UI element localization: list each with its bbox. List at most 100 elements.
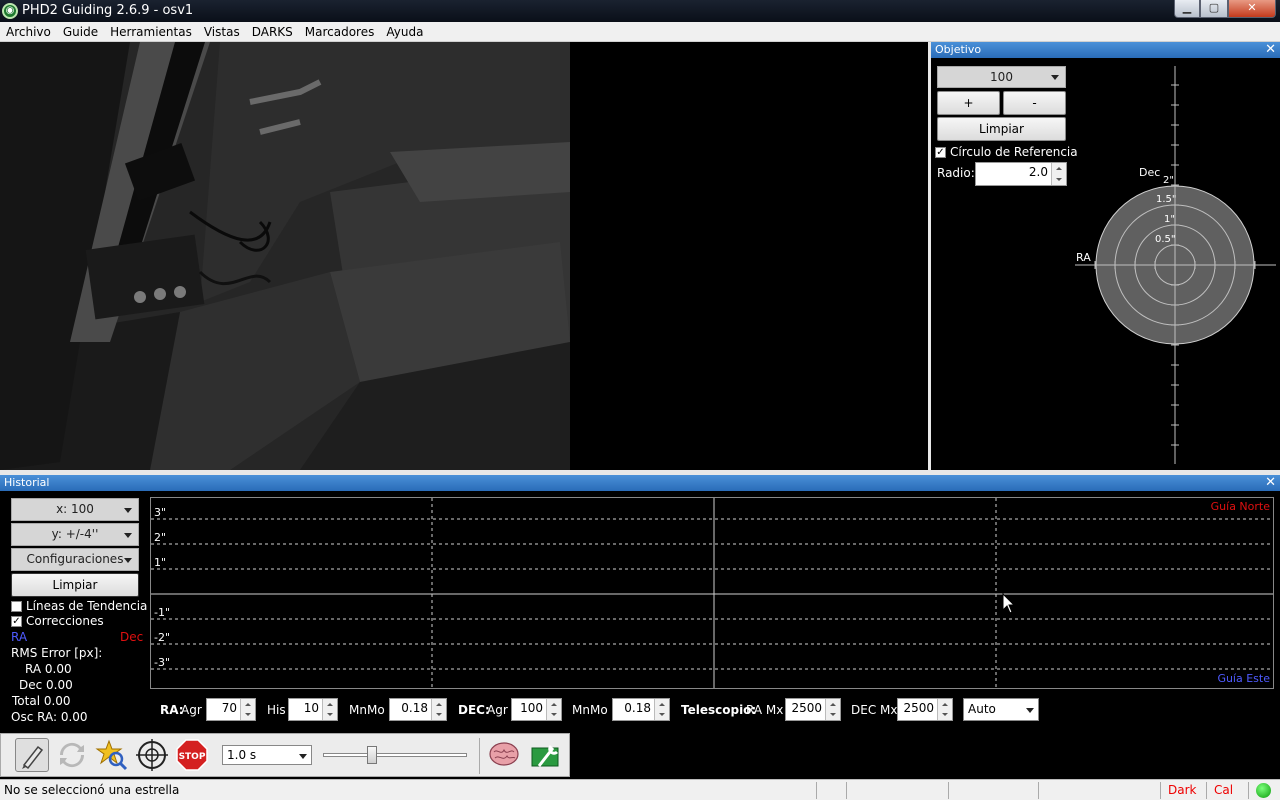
dec-agr-label: Agr <box>487 703 508 717</box>
chevron-down-icon <box>124 532 132 538</box>
loop-exposure-button[interactable] <box>15 738 49 772</box>
ra-max-label: RA Mx <box>746 703 784 717</box>
target-ring-label: 0.5" <box>1155 234 1176 245</box>
brain-settings-button[interactable] <box>487 738 521 772</box>
gamma-slider-thumb[interactable] <box>367 746 378 764</box>
dec-aggressiveness-spinner[interactable]: 100 <box>511 698 562 721</box>
zoom-in-button[interactable]: + <box>937 91 1000 115</box>
target-zoom-dropdown[interactable]: 100 <box>937 66 1066 88</box>
menu-guide[interactable]: Guide <box>57 22 104 42</box>
scope-params-title: Telescopio: <box>681 703 757 717</box>
radius-spinner[interactable]: 2.0 <box>975 162 1067 186</box>
chevron-down-icon <box>124 507 132 513</box>
star-magnifier-icon <box>95 739 128 771</box>
target-plot: Dec RA 2" 1.5" 1" 0.5" <box>1075 66 1276 464</box>
target-panel-header: Objetivo ✕ <box>931 42 1280 58</box>
y-scale-dropdown[interactable]: y: +/-4'' <box>11 523 139 546</box>
wrench-icon <box>531 744 559 767</box>
ra-min-move-spinner[interactable]: 0.18 <box>389 698 447 721</box>
y-axis-label: 1" <box>154 556 167 569</box>
camera-view[interactable] <box>0 42 928 470</box>
target-ra-label: RA <box>1076 251 1091 264</box>
main-toolbar: STOP 1.0 s <box>0 733 570 777</box>
status-divider <box>816 782 817 799</box>
window-title: PHD2 Guiding 2.6.9 - osv1 <box>22 3 194 18</box>
target-panel-close-icon[interactable]: ✕ <box>1265 42 1276 58</box>
status-divider <box>948 782 949 799</box>
ra-max-duration-spinner[interactable]: 2500 <box>785 698 841 721</box>
spin-arrows-icon[interactable] <box>322 699 337 720</box>
stop-button[interactable]: STOP <box>175 738 209 772</box>
zoom-out-button[interactable]: - <box>1003 91 1066 115</box>
dec-mode-value: Auto <box>968 702 996 716</box>
corrections-checkbox[interactable]: ✓ <box>11 616 22 627</box>
spin-arrows-icon[interactable] <box>825 699 840 720</box>
corrections-label: Correcciones <box>26 614 104 628</box>
exposure-duration-value: 1.0 s <box>227 748 257 762</box>
maximize-button[interactable]: ▢ <box>1200 0 1228 18</box>
target-dec-label: Dec <box>1139 166 1160 179</box>
gamma-slider-track[interactable] <box>323 753 467 757</box>
equipment-setup-button[interactable] <box>529 738 563 772</box>
minimize-button[interactable]: ▁ <box>1174 0 1200 18</box>
guide-east-label: Guía Este <box>1217 672 1270 685</box>
ra-his-label: His <box>267 703 286 717</box>
x-scale-dropdown[interactable]: x: 100 <box>11 498 139 521</box>
dec-mode-select[interactable]: Auto <box>963 698 1039 721</box>
history-clear-button[interactable]: Limpiar <box>11 573 139 597</box>
auto-select-star-button[interactable] <box>55 738 89 772</box>
history-panel-close-icon[interactable]: ✕ <box>1265 475 1276 491</box>
chevron-down-icon <box>1026 708 1034 713</box>
radius-label: Radio: <box>937 166 975 180</box>
trend-lines-checkbox[interactable] <box>11 601 22 612</box>
target-zoom-value: 100 <box>990 70 1013 84</box>
target-clear-button[interactable]: Limpiar <box>937 117 1066 141</box>
chevron-down-icon <box>124 557 132 563</box>
dec-min-move-spinner[interactable]: 0.18 <box>612 698 670 721</box>
target-ring-label: 1.5" <box>1156 194 1177 205</box>
phd2-app-icon: ◉ <box>2 3 18 19</box>
spin-arrows-icon[interactable] <box>1051 163 1066 185</box>
menu-darks[interactable]: DARKS <box>246 22 299 42</box>
y-scale-value: y: +/-4'' <box>51 527 99 541</box>
exposure-duration-select[interactable]: 1.0 s <box>222 745 312 765</box>
menu-marcadores[interactable]: Marcadores <box>299 22 381 42</box>
menu-herramientas[interactable]: Herramientas <box>104 22 198 42</box>
connection-led-icon <box>1256 783 1271 798</box>
dec-mnmo-label: MnMo <box>572 703 608 717</box>
ra-agr-label: Agr <box>181 703 202 717</box>
toolbar-divider <box>479 738 480 774</box>
dec-max-label: DEC Mx <box>851 703 898 717</box>
menu-archivo[interactable]: Archivo <box>0 22 57 42</box>
refresh-icon <box>59 742 85 768</box>
ra-hysteresis-spinner[interactable]: 10 <box>288 698 338 721</box>
select-star-button[interactable] <box>95 738 129 772</box>
stop-sign-icon: STOP <box>176 739 208 771</box>
ra-mx-value: 2500 <box>791 701 822 715</box>
close-window-button[interactable]: ✕ <box>1228 0 1276 18</box>
ref-circle-checkbox[interactable]: ✓ <box>935 147 946 158</box>
settings-dropdown[interactable]: Configuraciones <box>11 548 139 571</box>
status-divider <box>1248 782 1249 799</box>
menu-ayuda[interactable]: Ayuda <box>380 22 429 42</box>
ra-aggressiveness-spinner[interactable]: 70 <box>206 698 256 721</box>
spin-arrows-icon[interactable] <box>240 699 255 720</box>
guide-button[interactable] <box>135 738 169 772</box>
dec-max-duration-spinner[interactable]: 2500 <box>897 698 953 721</box>
history-panel-title: Historial <box>4 476 50 489</box>
spin-arrows-icon[interactable] <box>546 699 561 720</box>
spin-arrows-icon[interactable] <box>431 699 446 720</box>
trend-lines-label: Líneas de Tendencia <box>26 599 148 613</box>
rms-title: RMS Error [px]: <box>11 646 103 660</box>
status-divider <box>1038 782 1039 799</box>
chevron-down-icon <box>1051 75 1059 80</box>
history-graph[interactable]: 3" 2" 1" -1" -2" -3" Guía Norte Guía Est… <box>150 497 1274 689</box>
ra-legend: RA <box>11 630 28 644</box>
chevron-down-icon <box>299 754 307 759</box>
spin-arrows-icon[interactable] <box>937 699 952 720</box>
dec-mnmo-value: 0.18 <box>624 701 651 715</box>
target-panel-title: Objetivo <box>935 43 982 56</box>
menu-vistas[interactable]: Vistas <box>198 22 246 42</box>
ra-mnmo-value: 0.18 <box>401 701 428 715</box>
spin-arrows-icon[interactable] <box>654 699 669 720</box>
